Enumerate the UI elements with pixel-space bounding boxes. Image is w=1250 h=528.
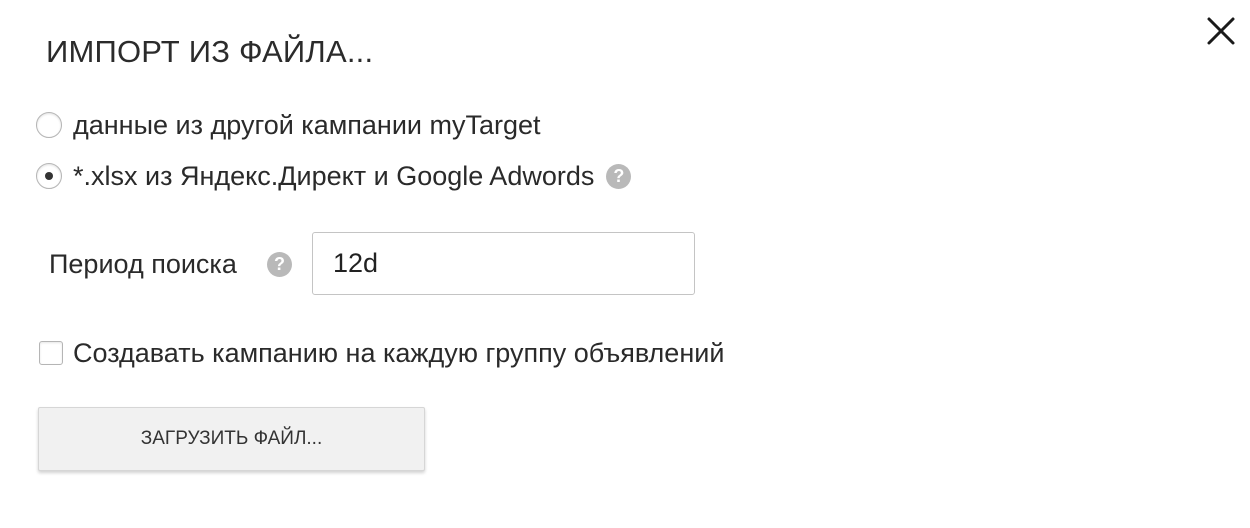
radio-xlsx[interactable]	[36, 163, 62, 189]
dialog-title: ИМПОРТ ИЗ ФАЙЛА...	[46, 34, 374, 69]
import-dialog: ИМПОРТ ИЗ ФАЙЛА... данные из другой камп…	[0, 0, 1250, 528]
source-option-xlsx-label: *.xlsx из Яндекс.Директ и Google Adwords	[73, 161, 595, 191]
close-button[interactable]	[1204, 14, 1238, 48]
source-option-mytarget[interactable]: данные из другой кампании myTarget	[36, 108, 541, 142]
create-campaign-checkbox[interactable]	[39, 341, 63, 365]
source-option-xlsx[interactable]: *.xlsx из Яндекс.Директ и Google Adwords…	[36, 159, 632, 193]
create-campaign-label: Создавать кампанию на каждую группу объя…	[73, 338, 725, 368]
radio-mytarget[interactable]	[36, 112, 62, 138]
create-campaign-option[interactable]: Создавать кампанию на каждую группу объя…	[39, 335, 724, 371]
upload-file-button[interactable]: ЗАГРУЗИТЬ ФАЙЛ...	[38, 407, 425, 471]
question-circle-icon[interactable]: ?	[606, 163, 632, 189]
period-input[interactable]	[312, 232, 695, 295]
question-circle-icon[interactable]: ?	[267, 252, 292, 277]
source-option-mytarget-label: данные из другой кампании myTarget	[73, 110, 541, 140]
close-icon	[1207, 17, 1235, 45]
period-label: Период поиска	[49, 249, 237, 279]
